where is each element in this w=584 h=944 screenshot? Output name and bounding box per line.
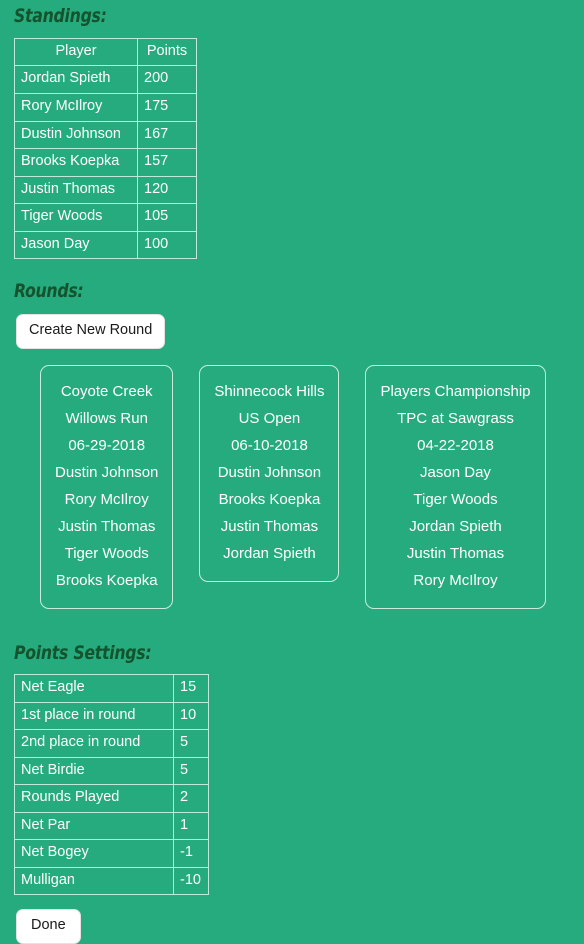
- standings-player-points: 200: [137, 65, 197, 94]
- round-card[interactable]: Coyote Creek Willows Run 06-29-2018 Dustin …: [40, 365, 174, 610]
- table-row: Net Par 1: [14, 811, 209, 841]
- points-setting-value: -1: [173, 839, 209, 868]
- points-setting-label: Mulligan: [14, 866, 174, 896]
- standings-player-points: 105: [137, 203, 197, 232]
- rounds-heading: Rounds:: [14, 280, 84, 303]
- round-player: Brooks Koepka: [55, 572, 158, 590]
- standings-player-name: Tiger Woods: [14, 203, 138, 232]
- points-settings-heading: Points Settings:: [14, 642, 152, 665]
- round-name: Players Championship: [380, 383, 531, 401]
- round-player: Justin Thomas: [220, 518, 319, 536]
- table-row: Net Bogey -1: [14, 839, 209, 868]
- table-row: 1st place in round 10: [14, 701, 209, 731]
- table-row: Justin Thomas 120: [14, 175, 197, 205]
- table-row: Tiger Woods 105: [14, 203, 197, 232]
- round-player: Justin Thomas: [58, 518, 156, 536]
- table-row: Jordan Spieth 200: [14, 65, 197, 94]
- round-player: Dustin Johnson: [55, 464, 159, 482]
- standings-table-body: Jordan Spieth 200 Rory McIlroy 175 Dustin Jo…: [14, 65, 197, 260]
- round-player: Justin Thomas: [406, 545, 505, 563]
- column-header-points: Points: [137, 37, 197, 67]
- standings-player-name: Brooks Koepka: [14, 148, 138, 177]
- done-button[interactable]: Done: [16, 909, 81, 944]
- standings-player-points: 175: [137, 92, 197, 122]
- round-player: Jason Day: [420, 464, 491, 482]
- table-header-row: Player Points: [14, 37, 197, 67]
- table-row: Dustin Johnson 167: [14, 120, 197, 150]
- points-setting-label: Net Eagle: [14, 673, 174, 703]
- points-settings-table: Net Eagle 15 1st place in round 10 2nd place…: [14, 673, 209, 896]
- round-player: Jordan Spieth: [223, 545, 316, 563]
- standings-player-name: Jason Day: [14, 230, 138, 260]
- points-setting-label: 1st place in round: [14, 701, 174, 731]
- round-course: Willows Run: [65, 410, 148, 428]
- points-settings-table-body: Net Eagle 15 1st place in round 10 2nd place…: [14, 673, 209, 896]
- table-row: Net Birdie 5: [14, 756, 209, 786]
- round-name: Shinnecock Hills: [214, 383, 325, 401]
- table-row: Rounds Played 2: [14, 784, 209, 813]
- round-player: Rory McIlroy: [413, 572, 498, 590]
- points-setting-label: Net Bogey: [14, 839, 174, 868]
- standings-player-name: Justin Thomas: [14, 175, 138, 205]
- round-course: US Open: [238, 410, 301, 428]
- points-setting-value: -10: [173, 866, 209, 896]
- round-date: 06-29-2018: [68, 437, 146, 455]
- standings-player-name: Rory McIlroy: [14, 92, 138, 122]
- points-setting-label: Rounds Played: [14, 784, 174, 813]
- points-setting-label: Net Par: [14, 811, 174, 841]
- rounds-card-list: Coyote Creek Willows Run 06-29-2018 Dustin …: [40, 365, 570, 610]
- round-card[interactable]: Players Championship TPC at Sawgrass 04-22…: [365, 365, 546, 610]
- round-course: TPC at Sawgrass: [397, 410, 514, 428]
- table-row: Jason Day 100: [14, 230, 197, 260]
- standings-player-name: Jordan Spieth: [14, 65, 138, 94]
- points-setting-label: 2nd place in round: [14, 729, 174, 758]
- round-date: 06-10-2018: [231, 437, 308, 455]
- round-player: Brooks Koepka: [218, 491, 321, 509]
- table-row: Mulligan -10: [14, 866, 209, 896]
- column-header-player: Player: [14, 37, 138, 67]
- table-row: Brooks Koepka 157: [14, 148, 197, 177]
- table-row: Rory McIlroy 175: [14, 92, 197, 122]
- standings-player-points: 167: [137, 120, 197, 150]
- points-setting-value: 15: [173, 673, 209, 703]
- standings-player-points: 157: [137, 148, 197, 177]
- points-setting-value: 5: [173, 729, 209, 758]
- round-player: Rory McIlroy: [64, 491, 149, 509]
- table-row: 2nd place in round 5: [14, 729, 209, 758]
- points-setting-value: 5: [173, 756, 209, 786]
- points-setting-value: 2: [173, 784, 209, 813]
- round-player: Tiger Woods: [64, 545, 149, 563]
- round-date: 04-22-2018: [417, 437, 494, 455]
- create-new-round-button[interactable]: Create New Round: [16, 314, 166, 350]
- page-root: Standings: Player Points Jordan Spieth 20…: [0, 0, 584, 944]
- standings-player-points: 100: [137, 230, 197, 260]
- table-row: Net Eagle 15: [14, 673, 209, 703]
- round-player: Dustin Johnson: [217, 464, 322, 482]
- standings-table: Player Points Jordan Spieth 200 Rory McIlr…: [14, 37, 197, 260]
- round-card[interactable]: Shinnecock Hills US Open 06-10-2018 Dustin …: [199, 365, 340, 583]
- standings-table-head: Player Points: [14, 37, 197, 67]
- standings-player-points: 120: [137, 175, 197, 205]
- round-player: Tiger Woods: [413, 491, 498, 509]
- round-player: Jordan Spieth: [409, 518, 502, 536]
- round-name: Coyote Creek: [60, 383, 153, 401]
- points-setting-label: Net Birdie: [14, 756, 174, 786]
- points-setting-value: 10: [173, 701, 209, 731]
- standings-heading: Standings:: [14, 5, 107, 27]
- standings-player-name: Dustin Johnson: [14, 120, 138, 150]
- points-setting-value: 1: [173, 811, 209, 841]
